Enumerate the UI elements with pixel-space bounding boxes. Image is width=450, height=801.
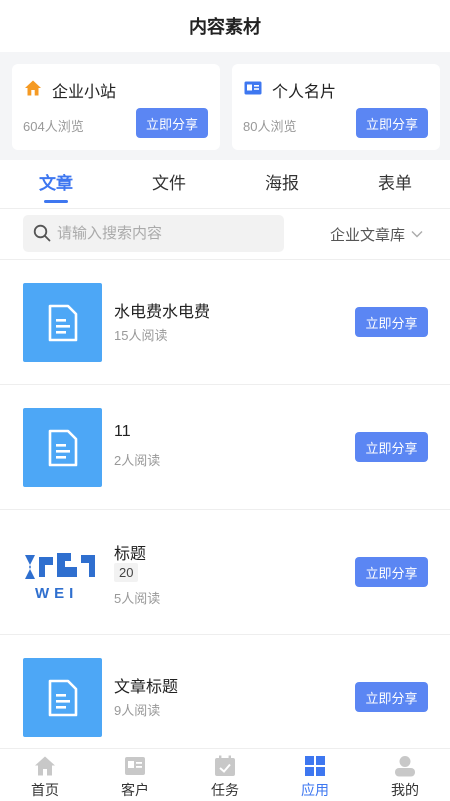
nav-me[interactable]: 我的 [360,749,450,801]
nav-home[interactable]: 首页 [0,749,90,801]
share-button[interactable]: 立即分享 [355,557,428,587]
article-reads: 15人阅读 [114,328,168,343]
list-item[interactable]: WEI 标题 20 5人阅读 立即分享 [0,510,450,635]
active-tab-indicator [44,200,68,203]
library-select-value: 企业文章库 [330,226,406,244]
article-title: 文章标题 [114,679,179,696]
company-site-share-button[interactable]: 立即分享 [136,108,208,138]
contact-card-icon [125,757,145,775]
article-title: 水电费水电费 [114,304,211,321]
article-title: 11 [114,423,131,440]
nav-apps-label: 应用 [301,782,329,798]
tab-files[interactable]: 文件 [113,160,225,208]
document-thumbnail [23,283,102,362]
document-icon [48,429,77,466]
nav-tasks-label: 任务 [211,782,239,798]
company-site-card[interactable]: 企业小站 604人浏览 立即分享 [12,64,220,150]
search-icon [33,224,51,242]
stats-section: 企业小站 604人浏览 立即分享 个人名片 80人浏览 立即分享 [0,52,450,160]
page-title: 内容素材 [189,17,261,37]
library-select[interactable]: 企业文章库 [330,221,423,247]
share-button[interactable]: 立即分享 [355,682,428,712]
article-reads: 5人阅读 [114,591,161,606]
share-button[interactable]: 立即分享 [355,307,428,337]
tab-forms[interactable]: 表单 [339,160,450,208]
logo-image: WEI [25,553,95,602]
article-title: 标题 [114,546,147,563]
calendar-check-icon [215,755,235,776]
list-item[interactable]: 水电费水电费 15人阅读 立即分享 [0,260,450,385]
business-card-title: 个人名片 [272,84,337,101]
bottom-nav: 首页 客户 任务 应用 我的 [0,748,450,801]
article-tag: 20 [114,563,139,582]
business-card-share-button[interactable]: 立即分享 [356,108,428,138]
top-bar: 内容素材 [0,0,450,52]
nav-tasks[interactable]: 任务 [180,749,270,801]
share-button[interactable]: 立即分享 [355,432,428,462]
tab-articles[interactable]: 文章 [0,160,112,208]
business-card-card[interactable]: 个人名片 80人浏览 立即分享 [232,64,440,150]
document-thumbnail [23,408,102,487]
content-tabs: 文章 文件 海报 表单 [0,160,450,209]
nav-customers-label: 客户 [121,782,149,798]
chevron-down-icon [411,231,423,238]
image-thumbnail: WEI [23,533,102,612]
business-card-views: 80人浏览 [243,119,297,134]
tab-forms-label: 表单 [378,174,412,193]
search-box[interactable] [23,215,284,252]
apps-grid-icon [305,756,325,776]
nav-me-label: 我的 [391,782,419,798]
article-reads: 2人阅读 [114,453,161,468]
tab-files-label: 文件 [152,174,186,193]
document-thumbnail [23,658,102,737]
document-icon [48,679,77,716]
nav-apps[interactable]: 应用 [270,749,360,801]
document-icon [48,304,77,341]
article-list: 水电费水电费 15人阅读 立即分享 11 2人阅读 立即分享 WEI 标题 20… [0,260,450,760]
svg-text:WEI: WEI [35,585,78,602]
tab-posters[interactable]: 海报 [226,160,338,208]
list-item[interactable]: 文章标题 9人阅读 立即分享 [0,635,450,760]
user-icon [395,756,415,777]
id-card-icon [244,81,262,95]
tab-posters-label: 海报 [265,174,299,193]
search-row: 企业文章库 [0,209,450,260]
tab-articles-label: 文章 [39,174,73,193]
list-item[interactable]: 11 2人阅读 立即分享 [0,385,450,510]
company-site-views: 604人浏览 [23,119,84,134]
company-site-title: 企业小站 [52,84,117,101]
home-icon [35,756,55,776]
article-reads: 9人阅读 [114,703,161,718]
nav-home-label: 首页 [31,782,59,798]
home-icon [25,80,41,96]
nav-customers[interactable]: 客户 [90,749,180,801]
search-input[interactable] [57,215,277,252]
